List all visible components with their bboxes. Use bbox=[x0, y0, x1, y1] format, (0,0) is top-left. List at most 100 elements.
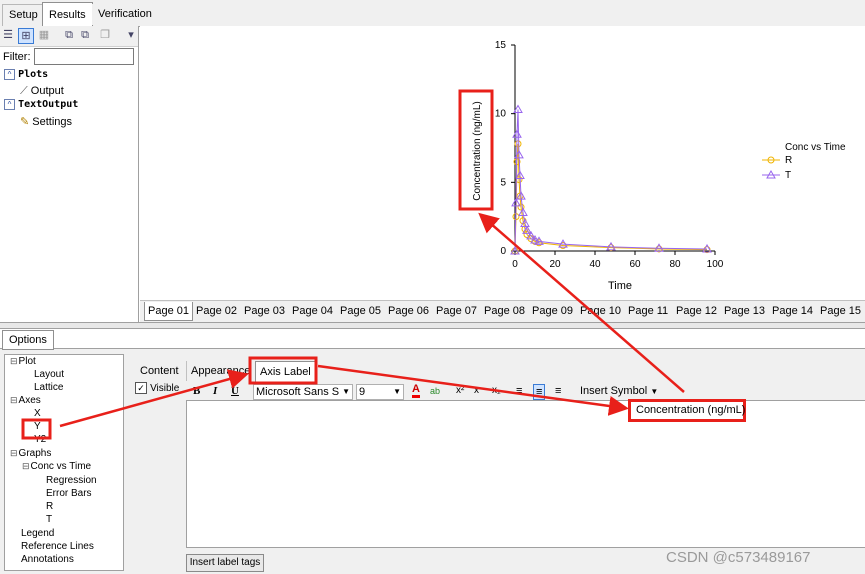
legend-label: R bbox=[785, 155, 792, 166]
insert-symbol-label: Insert Symbol bbox=[580, 385, 648, 397]
align-center-icon[interactable]: ≡ bbox=[533, 384, 546, 400]
insert-symbol-button[interactable]: Insert Symbol ▼ bbox=[580, 384, 658, 399]
checkbox-icon[interactable]: ✓ bbox=[135, 382, 147, 394]
tree-label: R bbox=[46, 501, 54, 512]
chevron-down-icon: ▼ bbox=[650, 387, 659, 396]
font-size-value: 9 bbox=[359, 386, 366, 398]
align-left-icon[interactable]: ≡ bbox=[516, 384, 522, 398]
visible-label: Visible bbox=[150, 383, 180, 394]
legend-title: Conc vs Time bbox=[785, 142, 846, 153]
tree-item-x[interactable]: X bbox=[34, 408, 41, 419]
collapse-icon[interactable]: ⊟ bbox=[10, 395, 18, 405]
tree-label: Layout bbox=[34, 369, 65, 380]
page-tab[interactable]: Page 08 bbox=[481, 302, 528, 320]
page-tab[interactable]: Page 09 bbox=[529, 302, 576, 320]
page-tab[interactable]: Page 15 bbox=[817, 302, 864, 320]
tree-item-y[interactable]: Y bbox=[34, 421, 41, 432]
series-t-line bbox=[514, 109, 708, 252]
axis-label-text: Concentration (ng/mL) bbox=[636, 404, 746, 416]
page-tab[interactable]: Page 10 bbox=[577, 302, 624, 320]
bold-button[interactable]: B bbox=[193, 384, 200, 398]
tree-label: Conc vs Time bbox=[30, 461, 92, 472]
tree-label: Graphs bbox=[18, 448, 52, 459]
tree-item-conc-vs-time[interactable]: ⊟Conc vs Time bbox=[22, 461, 91, 472]
font-color-icon[interactable]: A bbox=[412, 384, 420, 398]
tree-item-layout[interactable]: Layout bbox=[34, 369, 64, 380]
tree-item-regression[interactable]: Regression bbox=[46, 475, 97, 486]
chevron-down-icon: ▼ bbox=[342, 387, 350, 396]
x-tick-label: 0 bbox=[512, 259, 518, 270]
tree-item-annotations[interactable]: Annotations bbox=[21, 554, 74, 565]
subtab-axis-label[interactable]: Axis Label bbox=[255, 361, 316, 382]
align-right-icon[interactable]: ≡ bbox=[555, 384, 561, 398]
chevron-down-icon: ▼ bbox=[393, 387, 401, 396]
subtab-appearance[interactable]: Appearance bbox=[186, 361, 254, 381]
x-axis-title: Time bbox=[608, 280, 632, 292]
tree-label: Error Bars bbox=[46, 488, 92, 499]
underline-button[interactable]: U bbox=[231, 384, 239, 398]
page-tab[interactable]: Page 01 bbox=[144, 302, 193, 321]
font-select[interactable]: Microsoft Sans S ▼ bbox=[253, 384, 353, 400]
page-tab-bar: Page 01 Page 02 Page 03 Page 04 Page 05 Page … bbox=[140, 300, 865, 322]
page-tab[interactable]: Page 02 bbox=[193, 302, 240, 320]
superscript-icon[interactable]: x² bbox=[456, 384, 464, 398]
splitter[interactable] bbox=[0, 322, 865, 329]
page-tab[interactable]: Page 05 bbox=[337, 302, 384, 320]
y-tick-label: 5 bbox=[500, 177, 506, 188]
tab-options[interactable]: Options bbox=[2, 330, 54, 350]
x-tick-label: 80 bbox=[669, 259, 681, 270]
highlight-color-icon[interactable]: ab bbox=[430, 384, 440, 398]
tree-item-lattice[interactable]: Lattice bbox=[34, 382, 63, 393]
tree-label: Regression bbox=[46, 475, 97, 486]
subtab-content[interactable]: Content bbox=[136, 361, 183, 381]
strikethrough-icon[interactable]: x bbox=[474, 384, 479, 398]
tree-item-error-bars[interactable]: Error Bars bbox=[46, 488, 92, 499]
tree-label: Plot bbox=[18, 356, 36, 367]
x-tick-label: 60 bbox=[629, 259, 641, 270]
tree-label: Reference Lines bbox=[21, 541, 94, 552]
tree-item-t[interactable]: T bbox=[46, 514, 52, 525]
legend-label: T bbox=[785, 170, 791, 181]
x-tick-label: 40 bbox=[589, 259, 601, 270]
page-tab[interactable]: Page 12 bbox=[673, 302, 720, 320]
series-r-line bbox=[514, 143, 708, 252]
page-tab[interactable]: Page 07 bbox=[433, 302, 480, 320]
collapse-icon[interactable]: ⊟ bbox=[10, 356, 18, 366]
page-tab[interactable]: Page 13 bbox=[721, 302, 768, 320]
collapse-icon[interactable]: ⊟ bbox=[22, 461, 30, 471]
y-tick-label: 0 bbox=[500, 246, 506, 257]
insert-label-tags-button[interactable]: Insert label tags bbox=[186, 554, 264, 572]
tree-item-axes[interactable]: ⊟Axes bbox=[10, 395, 41, 406]
tree-item-legend[interactable]: Legend bbox=[21, 528, 54, 539]
tree-label: Y2 bbox=[34, 434, 47, 445]
page-tab[interactable]: Page 14 bbox=[769, 302, 816, 320]
tree-label: Annotations bbox=[21, 554, 74, 565]
page-tab[interactable]: Page 11 bbox=[625, 302, 671, 320]
tree-item-reference-lines[interactable]: Reference Lines bbox=[21, 541, 94, 552]
page-tab[interactable]: Page 04 bbox=[289, 302, 336, 320]
font-size-select[interactable]: 9 ▼ bbox=[356, 384, 404, 400]
x-tick-label: 20 bbox=[549, 259, 561, 270]
collapse-icon[interactable]: ⊟ bbox=[10, 448, 18, 458]
tree-label: Axes bbox=[18, 395, 41, 406]
italic-button[interactable]: I bbox=[213, 384, 217, 398]
subscript-icon[interactable]: x₂ bbox=[492, 384, 501, 398]
tree-label: Lattice bbox=[34, 382, 64, 393]
tree-label: T bbox=[46, 514, 53, 525]
axis-label-editor[interactable] bbox=[186, 400, 865, 548]
tree-item-graphs[interactable]: ⊟Graphs bbox=[10, 448, 51, 459]
tree-item-plot[interactable]: ⊟Plot bbox=[10, 356, 36, 367]
font-select-value: Microsoft Sans S bbox=[256, 386, 340, 398]
x-tick-label: 100 bbox=[707, 259, 724, 270]
tree-item-y2[interactable]: Y2 bbox=[34, 434, 46, 445]
y-tick-label: 10 bbox=[495, 109, 507, 120]
tree-item-r[interactable]: R bbox=[46, 501, 53, 512]
visible-checkbox[interactable]: ✓ Visible bbox=[135, 382, 179, 394]
y-tick-label: 15 bbox=[495, 40, 507, 51]
page-tab[interactable]: Page 03 bbox=[241, 302, 288, 320]
tree-label: Y bbox=[34, 421, 41, 432]
watermark: CSDN @c573489167 bbox=[666, 549, 811, 566]
tree-label: Legend bbox=[21, 528, 55, 539]
y-axis-title: Concentration (ng/mL) bbox=[472, 101, 483, 201]
page-tab[interactable]: Page 06 bbox=[385, 302, 432, 320]
